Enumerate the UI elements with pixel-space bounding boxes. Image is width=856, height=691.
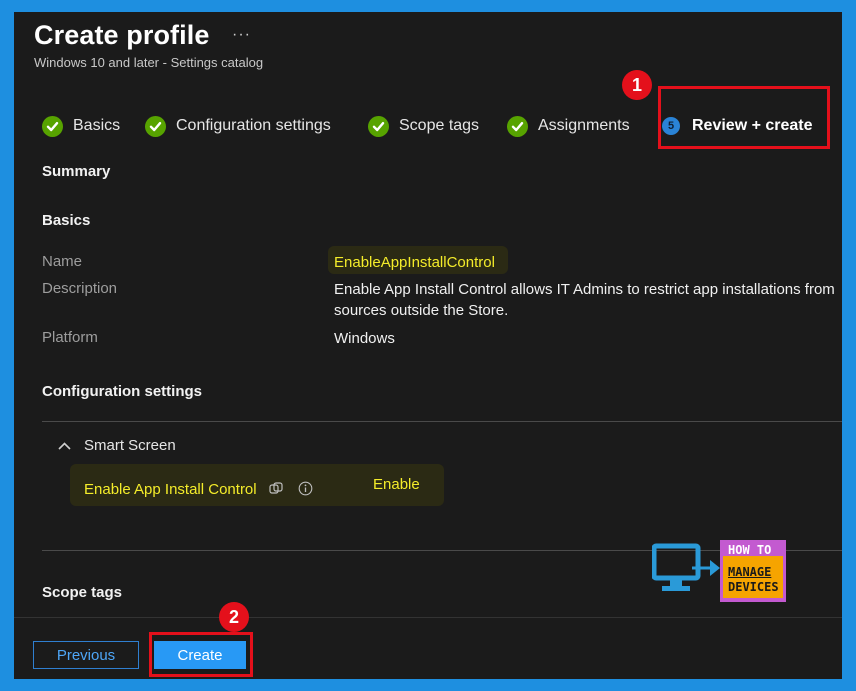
review-create-callout-box bbox=[658, 86, 830, 149]
configuration-settings-heading: Configuration settings bbox=[42, 383, 202, 400]
basics-heading: Basics bbox=[42, 212, 91, 229]
checkmark-icon bbox=[507, 115, 528, 137]
setting-label: Enable App Install Control bbox=[84, 481, 257, 498]
logo-text-line2: MANAGE bbox=[728, 565, 772, 579]
smart-screen-group-toggle[interactable]: Smart Screen bbox=[58, 437, 176, 454]
step-label: Assignments bbox=[538, 117, 630, 134]
logo-text-line3: DEVICES bbox=[728, 580, 779, 594]
create-callout-box bbox=[149, 632, 253, 677]
checkmark-icon bbox=[145, 115, 166, 137]
howto-manage-devices-logo: HOW TO MANAGE DEVICES bbox=[652, 540, 790, 604]
step-configuration-settings[interactable]: Configuration settings bbox=[145, 114, 331, 138]
page-title: Create profile bbox=[34, 20, 210, 50]
logo-text-line1: HOW TO bbox=[728, 543, 772, 557]
more-options-icon[interactable]: ··· bbox=[232, 26, 251, 44]
divider bbox=[42, 421, 842, 422]
scope-tags-heading: Scope tags bbox=[42, 584, 123, 601]
step-scope-tags[interactable]: Scope tags bbox=[368, 114, 479, 138]
step-label: Basics bbox=[73, 117, 121, 134]
step-label: Scope tags bbox=[399, 117, 480, 134]
platform-value: Windows bbox=[334, 330, 395, 347]
smart-screen-group-label: Smart Screen bbox=[84, 437, 176, 454]
create-profile-panel: Create profile ··· Windows 10 and later … bbox=[14, 12, 842, 679]
footer-divider bbox=[14, 617, 842, 618]
step-label: Configuration settings bbox=[176, 117, 331, 134]
previous-button[interactable]: Previous bbox=[33, 641, 139, 669]
callout-badge-1: 1 bbox=[622, 70, 652, 100]
summary-heading: Summary bbox=[42, 163, 111, 180]
description-value-line1: Enable App Install Control allows IT Adm… bbox=[334, 281, 835, 298]
description-label: Description bbox=[42, 280, 118, 297]
platform-label: Platform bbox=[42, 329, 98, 346]
info-icon[interactable] bbox=[298, 481, 313, 501]
description-value-line2: sources outside the Store. bbox=[334, 302, 509, 319]
setting-value: Enable bbox=[373, 476, 420, 493]
step-assignments[interactable]: Assignments bbox=[507, 114, 630, 138]
step-basics[interactable]: Basics bbox=[42, 114, 120, 138]
page-subtitle: Windows 10 and later - Settings catalog bbox=[34, 55, 264, 70]
name-label: Name bbox=[42, 253, 83, 270]
checkmark-icon bbox=[42, 115, 63, 137]
copy-icon[interactable] bbox=[268, 481, 284, 502]
callout-badge-2: 2 bbox=[219, 602, 249, 632]
checkmark-icon bbox=[368, 115, 389, 137]
chevron-up-icon bbox=[58, 437, 72, 454]
name-value: EnableAppInstallControl bbox=[334, 254, 495, 271]
